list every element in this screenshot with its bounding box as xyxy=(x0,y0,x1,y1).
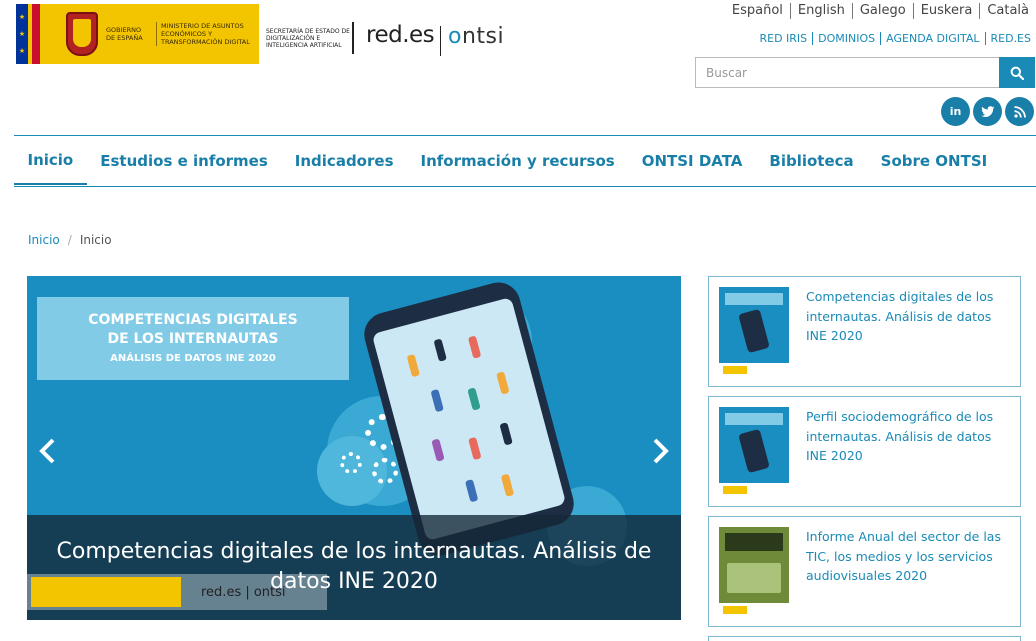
logo-divider xyxy=(352,22,354,54)
card-thumbnail xyxy=(719,407,789,497)
card-thumbnail xyxy=(719,287,789,377)
top-links: RED IRIS DOMINIOS AGENDA DIGITAL RED.ES xyxy=(754,32,1036,45)
sidebar-card[interactable] xyxy=(708,636,1021,641)
hero-carousel[interactable]: COMPETENCIAS DIGITALES DE LOS INTERNAUTA… xyxy=(27,276,681,620)
ontsi-logo[interactable]: ontsi xyxy=(448,24,504,49)
rss-icon[interactable] xyxy=(1005,97,1034,126)
lang-catala[interactable]: Català xyxy=(979,3,1036,19)
gear-icon xyxy=(340,452,362,474)
breadcrumb: Inicio / Inicio xyxy=(28,233,112,247)
sidebar-card[interactable]: Perfil sociodemográfico de los internaut… xyxy=(708,396,1021,507)
nav-estudios-informes[interactable]: Estudios e informes xyxy=(87,137,282,185)
lang-euskera[interactable]: Euskera xyxy=(912,3,980,19)
breadcrumb-current: Inicio xyxy=(79,233,112,247)
language-selector: Español English Galego Euskera Català xyxy=(725,3,1036,19)
ministry-text: MINISTERIO DE ASUNTOS ECONÓMICOS Y TRANS… xyxy=(156,22,256,46)
lang-galego[interactable]: Galego xyxy=(851,3,913,19)
linkedin-icon[interactable]: in xyxy=(941,97,970,126)
card-thumbnail xyxy=(719,527,789,617)
chevron-right-icon xyxy=(653,438,669,464)
nav-ontsi-data[interactable]: ONTSI DATA xyxy=(628,137,756,185)
twitter-icon[interactable] xyxy=(973,97,1002,126)
social-links: in xyxy=(941,97,1034,126)
nav-inicio[interactable]: Inicio xyxy=(14,137,87,185)
sidebar-card[interactable]: Competencias digitales de los internauta… xyxy=(708,276,1021,387)
nav-indicadores[interactable]: Indicadores xyxy=(281,137,407,185)
main-nav: Inicio Estudios e informes Indicadores I… xyxy=(14,135,1036,187)
carousel-next-button[interactable] xyxy=(647,436,675,466)
lang-english[interactable]: English xyxy=(789,3,852,19)
card-title[interactable]: Informe Anual del sector de las TIC, los… xyxy=(806,527,1012,586)
slide-banner: COMPETENCIAS DIGITALES DE LOS INTERNAUTA… xyxy=(37,297,349,380)
nav-biblioteca[interactable]: Biblioteca xyxy=(756,137,867,185)
gobierno-logo xyxy=(31,577,181,607)
nav-sobre-ontsi[interactable]: Sobre ONTSI xyxy=(867,137,1001,185)
breadcrumb-home-link[interactable]: Inicio xyxy=(28,233,60,247)
lang-espanol[interactable]: Español xyxy=(725,3,790,19)
link-red-es[interactable]: RED.ES xyxy=(984,32,1036,45)
gobierno-logo[interactable]: ★ ★ ★ GOBIERNO DE ESPAÑA MINISTERIO DE ASU… xyxy=(16,4,259,64)
rede-logo[interactable]: red.es xyxy=(366,22,435,48)
link-red-iris[interactable]: RED IRIS xyxy=(754,32,812,45)
slide-footer-logos: red.es | ontsi xyxy=(27,574,327,610)
secretaria-text: SECRETARÍA DE ESTADO DE DIGITALIZACIÓN E… xyxy=(266,28,350,49)
link-dominios[interactable]: DOMINIOS xyxy=(812,32,880,45)
gear-icon xyxy=(372,458,398,484)
search-button[interactable] xyxy=(999,57,1035,88)
search-input[interactable] xyxy=(695,57,999,88)
carousel-prev-button[interactable] xyxy=(33,436,61,466)
gobierno-text: GOBIERNO DE ESPAÑA xyxy=(106,26,143,42)
nav-informacion-recursos[interactable]: Información y recursos xyxy=(407,137,628,185)
coat-of-arms-icon xyxy=(66,12,98,56)
card-title[interactable]: Perfil sociodemográfico de los internaut… xyxy=(806,407,1012,466)
breadcrumb-separator: / xyxy=(67,233,72,247)
link-agenda-digital[interactable]: AGENDA DIGITAL xyxy=(880,32,984,45)
logo-divider xyxy=(440,26,441,56)
eu-stars-icon: ★ ★ ★ xyxy=(16,4,28,64)
search-box xyxy=(695,57,1035,88)
search-icon xyxy=(1010,66,1024,80)
card-title[interactable]: Competencias digitales de los internauta… xyxy=(806,287,1012,346)
chevron-left-icon xyxy=(39,438,55,464)
sidebar-card[interactable]: Informe Anual del sector de las TIC, los… xyxy=(708,516,1021,627)
